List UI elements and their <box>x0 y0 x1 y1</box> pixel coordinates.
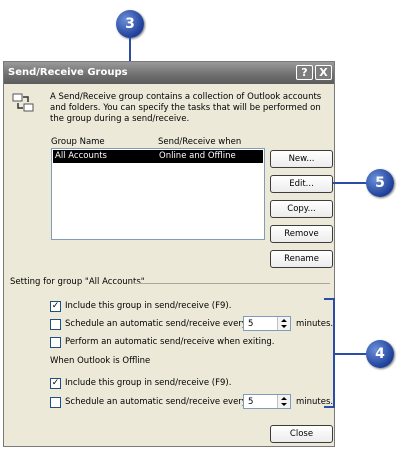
callout-3: 3 <box>116 10 144 38</box>
online-exit-checkbox[interactable] <box>50 337 61 348</box>
offline-label: When Outlook is Offline <box>50 356 151 366</box>
send-receive-groups-dialog: Send/Receive Groups ? X A Send/Receive g… <box>3 61 335 447</box>
online-include-checkbox[interactable]: ✓ <box>50 301 61 312</box>
dialog-description: A Send/Receive group contains a collecti… <box>50 92 322 124</box>
table-row[interactable]: All Accounts Online and Offline <box>53 150 263 163</box>
spinner-arrows-icon[interactable] <box>277 317 290 330</box>
copy-button[interactable]: Copy... <box>270 200 333 218</box>
column-header-when: Send/Receive when <box>158 137 242 147</box>
online-include-label: Include this group in send/receive (F9). <box>65 301 232 311</box>
help-button[interactable]: ? <box>296 65 313 80</box>
column-header-name: Group Name <box>51 137 105 147</box>
offline-schedule-value: 5 <box>248 397 254 407</box>
separator <box>134 283 330 284</box>
rename-button[interactable]: Rename <box>270 250 333 268</box>
callout-5-line <box>333 182 367 184</box>
callout-4: 4 <box>366 340 394 368</box>
online-minutes-label: minutes. <box>296 319 334 329</box>
remove-button[interactable]: Remove <box>270 225 333 243</box>
row-name: All Accounts <box>55 151 107 161</box>
dialog-title: Send/Receive Groups <box>8 67 128 78</box>
edit-button[interactable]: Edit... <box>270 175 333 193</box>
online-exit-label: Perform an automatic send/receive when e… <box>65 337 275 347</box>
offline-schedule-label: Schedule an automatic send/receive every <box>65 397 247 407</box>
offline-schedule-checkbox[interactable] <box>50 397 61 408</box>
send-receive-icon <box>12 92 34 114</box>
offline-schedule-minutes-spinner[interactable]: 5 <box>243 394 291 409</box>
callout-4-line <box>335 353 367 355</box>
new-button[interactable]: New... <box>270 150 333 168</box>
title-bar: Send/Receive Groups ? X <box>4 62 334 84</box>
offline-include-label: Include this group in send/receive (F9). <box>65 378 232 388</box>
online-schedule-label: Schedule an automatic send/receive every <box>65 319 247 329</box>
offline-include-checkbox[interactable]: ✓ <box>50 378 61 389</box>
close-x-button[interactable]: X <box>315 65 332 80</box>
online-schedule-value: 5 <box>248 319 254 329</box>
close-button[interactable]: Close <box>270 425 333 443</box>
online-schedule-minutes-spinner[interactable]: 5 <box>243 316 291 331</box>
callout-5: 5 <box>366 169 394 197</box>
spinner-arrows-icon[interactable] <box>277 395 290 408</box>
setting-group-label: Setting for group "All Accounts" <box>10 277 145 287</box>
online-schedule-checkbox[interactable] <box>50 319 61 330</box>
callout-4-bracket-bottom <box>324 406 334 408</box>
row-when: Online and Offline <box>159 151 236 161</box>
groups-list[interactable]: All Accounts Online and Offline <box>51 148 265 240</box>
